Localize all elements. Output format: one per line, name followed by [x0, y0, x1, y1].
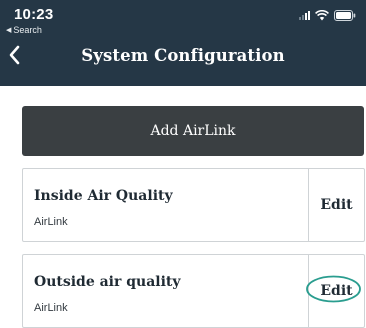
app-header: 10:23 ◀ Search System Configuration: [0, 0, 366, 86]
device-name: Inside Air Quality: [34, 188, 173, 204]
edit-button[interactable]: Edit: [309, 169, 364, 241]
add-airlink-button[interactable]: Add AirLink: [22, 106, 364, 156]
cellular-signal-icon: [299, 11, 310, 20]
status-time: 10:23: [14, 6, 54, 23]
back-to-app-link[interactable]: ◀ Search: [6, 25, 42, 35]
device-name: Outside air quality: [34, 274, 181, 290]
device-info: Inside Air Quality AirLink: [23, 169, 309, 241]
device-info: Outside air quality AirLink: [23, 255, 309, 327]
edit-label: Edit: [320, 283, 353, 299]
device-card-outside: Outside air quality AirLink Edit: [22, 254, 365, 328]
device-type: AirLink: [34, 216, 68, 228]
page-title: System Configuration: [81, 46, 285, 65]
status-icons: [299, 10, 356, 21]
back-app-label: Search: [13, 25, 42, 35]
edit-button-highlighted[interactable]: Edit: [306, 255, 364, 327]
device-type: AirLink: [34, 302, 68, 314]
wifi-icon: [315, 10, 329, 21]
battery-icon: [334, 10, 356, 21]
back-triangle-icon: ◀: [6, 27, 12, 34]
device-card-inside: Inside Air Quality AirLink Edit: [22, 168, 365, 242]
